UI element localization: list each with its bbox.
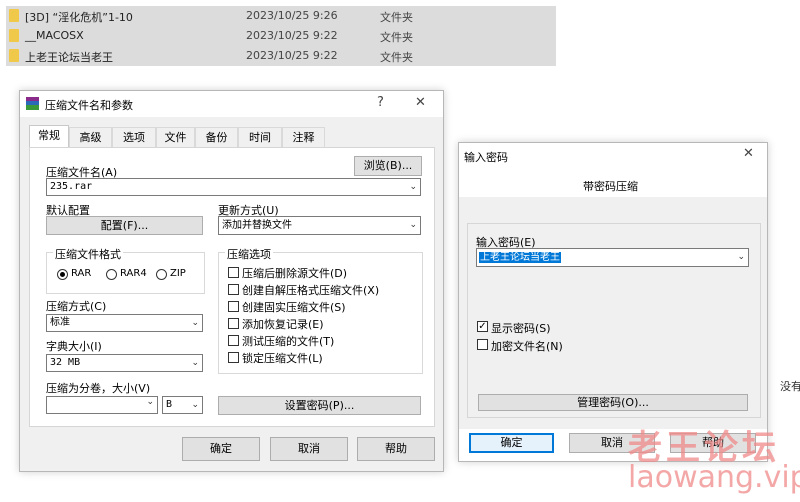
folder-icon — [9, 9, 19, 22]
file-row[interactable]: __MACOSX 2023/10/25 9:22 文件夹 — [6, 26, 556, 46]
radio-rar4[interactable] — [106, 269, 117, 280]
option-checkbox[interactable] — [228, 284, 239, 295]
file-type: 文件夹 — [380, 51, 413, 64]
ok-button[interactable]: 确定 — [182, 437, 260, 461]
tab-page-general: 压缩文件名(A) 浏览(B)... 235.rar ⌄ 默认配置 配置(F)..… — [29, 147, 435, 427]
split-size-field[interactable]: ⌄ — [46, 396, 158, 414]
tab-options[interactable]: 选项 — [112, 127, 156, 147]
radio-zip[interactable] — [156, 269, 167, 280]
split-label: 压缩为分卷，大小(V) — [46, 382, 151, 395]
chevron-down-icon[interactable]: ⌄ — [409, 217, 417, 234]
tab-advanced[interactable]: 高级 — [69, 127, 112, 147]
archive-dialog: 压缩文件名和参数 ? ✕ 常规 高级 选项 文件 备份 时间 注释 压缩文件名(… — [19, 90, 444, 472]
method-value: 标准 — [50, 317, 70, 328]
chevron-down-icon[interactable]: ⌄ — [737, 249, 745, 266]
manage-passwords-button[interactable]: 管理密码(O)... — [478, 394, 748, 411]
tab-files[interactable]: 文件 — [156, 127, 195, 147]
option-label: 压缩后删除源文件(D) — [242, 267, 348, 280]
watermark-url: laowang.vip — [628, 460, 800, 495]
file-name: 上老王论坛当老王 — [25, 51, 113, 64]
method-select[interactable]: 标准 ⌄ — [46, 314, 203, 332]
password-group: 输入密码(E) 上老王论坛当老王 ⌄ ✓ 显示密码(S) 加密文件名(N) 管理… — [467, 223, 761, 418]
file-name: __MACOSX — [25, 29, 84, 42]
dict-value: 32 MB — [50, 357, 81, 368]
options-group: 压缩选项 压缩后删除源文件(D) 创建自解压格式压缩文件(X) 创建固实压缩文件… — [218, 246, 423, 374]
tab-strip: 常规 高级 选项 文件 备份 时间 注释 — [29, 125, 349, 148]
update-mode-select[interactable]: 添加并替换文件 ⌄ — [218, 216, 421, 235]
dict-select[interactable]: 32 MB ⌄ — [46, 354, 203, 372]
password-value: 上老王论坛当老王 — [479, 252, 561, 263]
split-unit-select[interactable]: B ⌄ — [162, 396, 203, 414]
option-label: 锁定压缩文件(L) — [242, 352, 323, 365]
option-label: 添加恢复记录(E) — [242, 318, 324, 331]
chevron-down-icon[interactable]: ⌄ — [409, 179, 417, 195]
dialog-body: 常规 高级 选项 文件 备份 时间 注释 压缩文件名(A) 浏览(B)... 2… — [20, 117, 443, 471]
radio-rar-label: RAR — [71, 268, 92, 279]
radio-rar4-label: RAR4 — [120, 268, 147, 279]
tab-comment[interactable]: 注释 — [282, 127, 325, 147]
option-checkbox[interactable] — [228, 335, 239, 346]
file-date: 2023/10/25 9:26 — [246, 9, 338, 22]
chevron-down-icon[interactable]: ⌄ — [191, 355, 199, 371]
cancel-button[interactable]: 取消 — [270, 437, 348, 461]
file-type: 文件夹 — [380, 31, 413, 44]
winrar-icon — [26, 97, 39, 110]
tab-backup[interactable]: 备份 — [195, 127, 238, 147]
show-password-label: 显示密码(S) — [491, 322, 551, 335]
dialog-title: 压缩文件名和参数 — [45, 99, 133, 112]
close-button[interactable]: ✕ — [743, 146, 754, 161]
option-label: 测试压缩的文件(T) — [242, 335, 335, 348]
folder-icon — [9, 29, 19, 42]
tab-time[interactable]: 时间 — [238, 127, 282, 147]
archive-name-value: 235.rar — [50, 181, 93, 192]
right-edge-text: 没有 — [780, 380, 800, 393]
option-label: 创建固实压缩文件(S) — [242, 301, 346, 314]
encrypt-names-label: 加密文件名(N) — [491, 340, 563, 353]
help-button[interactable]: 帮助 — [357, 437, 435, 461]
browse-button[interactable]: 浏览(B)... — [354, 156, 422, 176]
chevron-down-icon[interactable]: ⌄ — [146, 397, 154, 407]
profile-button[interactable]: 配置(F)... — [46, 216, 203, 235]
show-password-checkbox[interactable]: ✓ — [477, 321, 488, 332]
password-dialog-title: 输入密码 — [464, 151, 508, 164]
password-input[interactable]: 上老王论坛当老王 ⌄ — [476, 248, 749, 267]
encrypt-names-checkbox[interactable] — [477, 339, 488, 350]
file-date: 2023/10/25 9:22 — [246, 29, 338, 42]
tab-general[interactable]: 常规 — [29, 125, 69, 148]
password-heading: 带密码压缩 — [583, 180, 638, 193]
file-type: 文件夹 — [380, 11, 413, 24]
chevron-down-icon[interactable]: ⌄ — [191, 315, 199, 331]
format-group-title: 压缩文件格式 — [53, 246, 123, 262]
option-label: 创建自解压格式压缩文件(X) — [242, 284, 380, 297]
password-dialog: 输入密码 ✕ 带密码压缩 输入密码(E) 上老王论坛当老王 ⌄ ✓ 显示密码(S… — [458, 142, 768, 462]
radio-zip-label: ZIP — [170, 268, 186, 279]
file-row[interactable]: 上老王论坛当老王 2023/10/25 9:22 文件夹 — [6, 46, 556, 66]
help-title-button[interactable]: ? — [377, 95, 384, 110]
option-checkbox[interactable] — [228, 352, 239, 363]
dict-label: 字典大小(I) — [46, 340, 102, 353]
close-button[interactable]: ✕ — [415, 95, 426, 110]
format-group: 压缩文件格式 RAR RAR4 ZIP — [46, 246, 205, 294]
update-mode-value: 添加并替换文件 — [222, 220, 292, 231]
file-date: 2023/10/25 9:22 — [246, 49, 338, 62]
option-checkbox[interactable] — [228, 318, 239, 329]
option-checkbox[interactable] — [228, 301, 239, 312]
ok-button[interactable]: 确定 — [469, 433, 554, 453]
set-password-button[interactable]: 设置密码(P)... — [218, 396, 421, 415]
radio-rar[interactable] — [57, 269, 68, 280]
split-unit-value: B — [166, 399, 173, 410]
archive-name-field[interactable]: 235.rar ⌄ — [46, 178, 421, 196]
method-label: 压缩方式(C) — [46, 300, 107, 313]
option-checkbox[interactable] — [228, 267, 239, 278]
chevron-down-icon[interactable]: ⌄ — [191, 397, 199, 413]
file-row[interactable]: [3D] “淫化危机”1-10 2023/10/25 9:26 文件夹 — [6, 6, 556, 26]
options-group-title: 压缩选项 — [225, 246, 273, 262]
file-name: [3D] “淫化危机”1-10 — [25, 11, 133, 24]
folder-icon — [9, 49, 19, 62]
